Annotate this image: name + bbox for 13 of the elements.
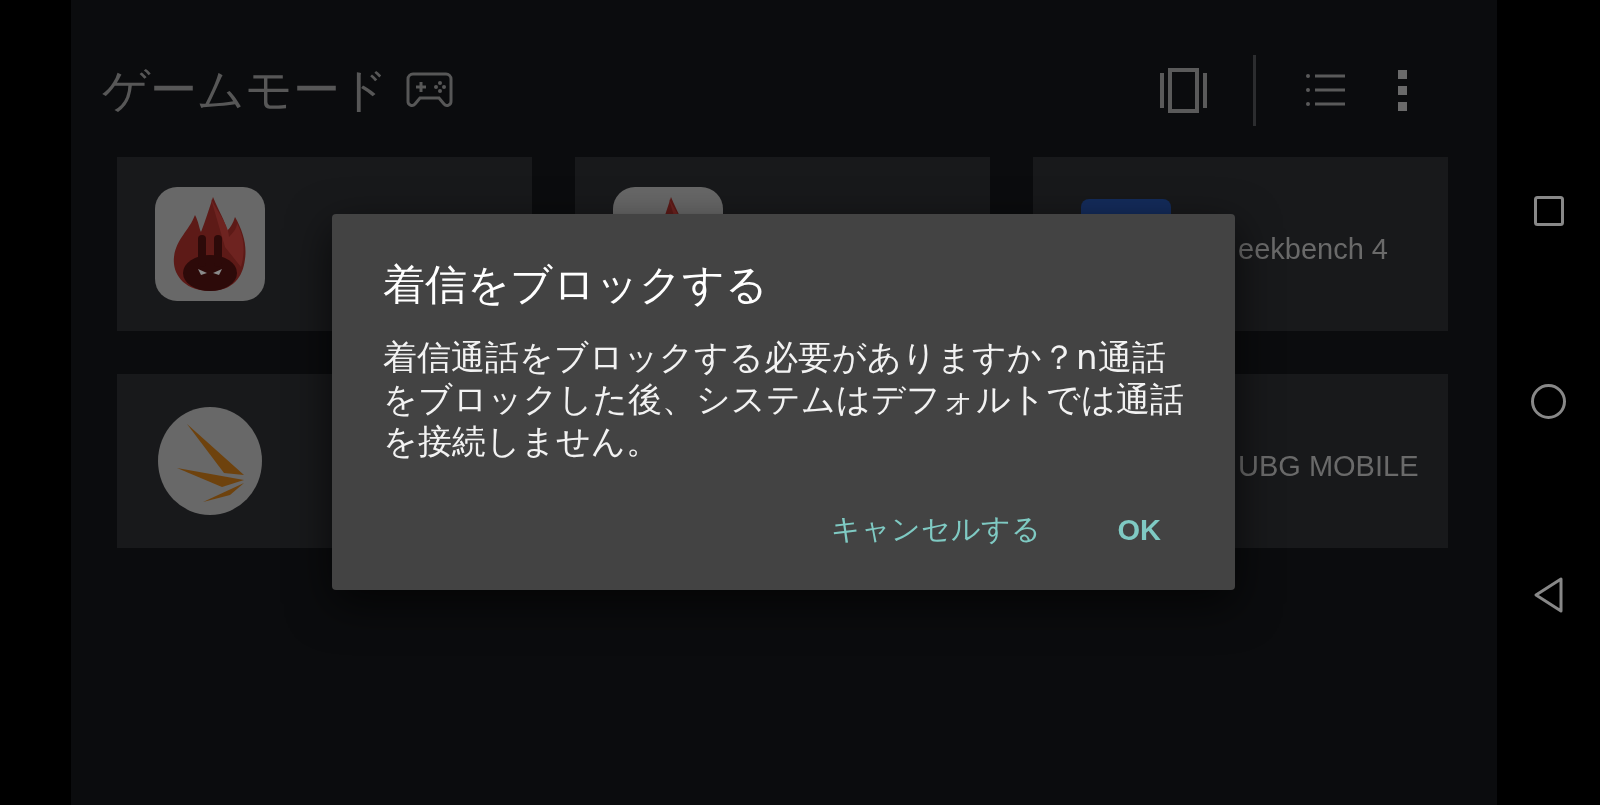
dialog-title: 着信をブロックする: [383, 260, 769, 310]
app-name: eekbench 4: [1238, 232, 1389, 266]
gamepad-icon: [406, 70, 453, 110]
circle-icon[interactable]: [1531, 384, 1566, 419]
square-icon[interactable]: [1533, 196, 1564, 226]
chevron-arrows-app-icon: [158, 407, 262, 515]
back-icon[interactable]: [1533, 577, 1564, 613]
screen-title: ゲームモード: [102, 64, 388, 116]
carousel-view-icon[interactable]: [1160, 67, 1207, 113]
list-view-icon[interactable]: [1306, 74, 1345, 106]
more-options-icon[interactable]: [1398, 69, 1407, 111]
flame-app-icon: [155, 187, 265, 301]
app-name: UBG MOBILE: [1238, 449, 1420, 483]
